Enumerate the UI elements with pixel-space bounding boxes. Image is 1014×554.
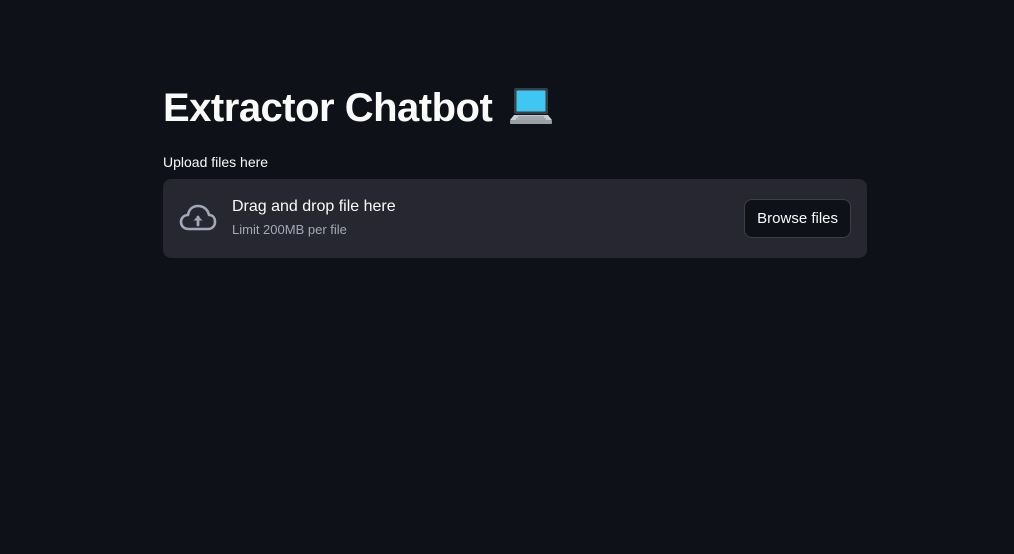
page-title: Extractor Chatbot xyxy=(163,85,493,130)
dropzone-text: Drag and drop file here xyxy=(232,198,396,215)
upload-label: Upload files here xyxy=(163,154,269,170)
browse-files-button[interactable]: Browse files xyxy=(744,199,851,238)
title-row: Extractor Chatbot xyxy=(163,80,554,136)
cloud-upload-icon xyxy=(179,203,217,233)
file-limit-text: Limit 200MB per file xyxy=(232,222,347,237)
file-dropzone[interactable]: Drag and drop file here Limit 200MB per … xyxy=(163,179,867,258)
dropzone-instructions: Drag and drop file here Limit 200MB per … xyxy=(232,198,396,237)
laptop-icon xyxy=(508,86,554,130)
